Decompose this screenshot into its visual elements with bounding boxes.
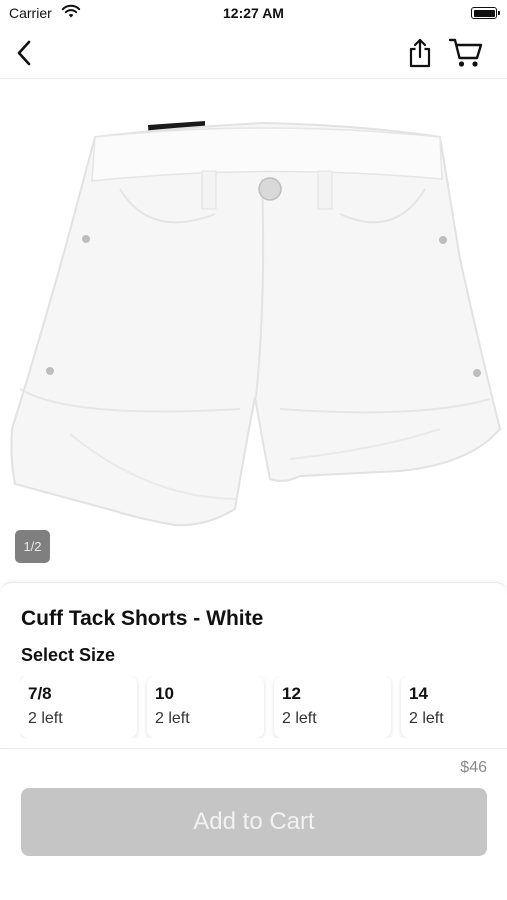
share-icon (409, 38, 431, 68)
select-size-heading: Select Size (21, 645, 116, 665)
stock-label: 2 left (409, 710, 444, 727)
divider (0, 748, 507, 749)
product-details-card: Cuff Tack Shorts - White Select Size 7/8… (0, 582, 507, 749)
size-label: 12 (282, 684, 301, 703)
status-time: 12:27 AM (223, 5, 284, 21)
size-label: 10 (155, 684, 174, 703)
shorts-image (10, 121, 502, 527)
back-button[interactable] (10, 38, 38, 68)
cart-button[interactable] (447, 36, 485, 70)
chevron-left-icon (17, 40, 31, 66)
size-option-12[interactable]: 12 2 left (274, 676, 391, 738)
stock-label: 2 left (282, 710, 317, 727)
add-to-cart-button[interactable]: Add to Cart (21, 788, 487, 856)
image-page-indicator: 1/2 (15, 530, 50, 563)
size-option-7-8[interactable]: 7/8 2 left (20, 676, 137, 738)
stock-label: 2 left (155, 710, 190, 727)
shopping-cart-icon (448, 38, 483, 67)
size-options-list[interactable]: 7/8 2 left 10 2 left 12 2 left 14 2 left (20, 676, 507, 738)
size-option-14[interactable]: 14 2 left (401, 676, 507, 738)
price-label: $46 (460, 759, 487, 776)
share-button[interactable] (404, 36, 436, 70)
size-option-10[interactable]: 10 2 left (147, 676, 264, 738)
battery-icon (471, 7, 500, 19)
product-image[interactable] (0, 79, 507, 579)
status-bar: Carrier 12:27 AM (0, 0, 507, 28)
product-title: Cuff Tack Shorts - White (21, 607, 264, 630)
size-label: 14 (409, 684, 428, 703)
size-label: 7/8 (28, 684, 52, 703)
stock-label: 2 left (28, 710, 63, 727)
navigation-bar (0, 28, 507, 79)
